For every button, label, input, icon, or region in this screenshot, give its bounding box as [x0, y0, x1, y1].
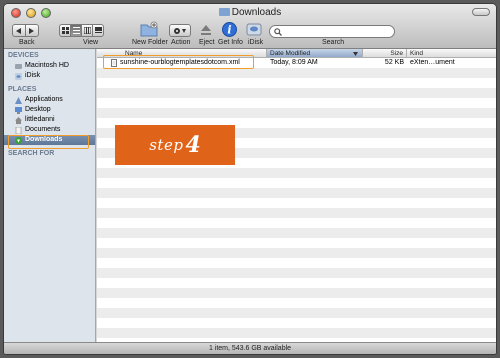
sidebar-item-idisk[interactable]: iDisk [4, 71, 95, 81]
hard-drive-icon [15, 63, 22, 69]
sidebar-item-applications[interactable]: Applications [4, 95, 95, 105]
cover-flow-icon [94, 27, 102, 33]
idisk-icon [246, 23, 262, 36]
step-number: 4 [185, 132, 201, 158]
back-label: Back [19, 39, 35, 46]
get-info-label: Get Info [218, 39, 243, 46]
empty-row [97, 308, 496, 318]
list-view-icon [72, 27, 80, 34]
empty-row [97, 188, 496, 198]
empty-row [97, 68, 496, 78]
downloads-highlight-box [8, 135, 89, 149]
column-header-kind[interactable]: Kind [407, 49, 496, 57]
empty-row [97, 258, 496, 268]
sidebar-item-macintosh-hd[interactable]: Macintosh HD [4, 61, 95, 71]
idisk-label: iDisk [248, 39, 264, 46]
file-list: Name Date Modified Size Kind sunshine-ou… [97, 49, 496, 344]
search-field[interactable] [269, 25, 395, 38]
empty-row [97, 298, 496, 308]
empty-row [97, 228, 496, 238]
sidebar-item-desktop[interactable]: Desktop [4, 105, 95, 115]
eject-icon [201, 25, 211, 35]
view-switcher [59, 24, 104, 37]
file-kind: eXten…ument [410, 59, 455, 66]
sidebar-places-header: PLACES [8, 86, 37, 93]
empty-row [97, 318, 496, 328]
toolbar: Downloads Back View New Folder Action Ej… [4, 4, 496, 49]
empty-row [97, 88, 496, 98]
sort-descending-icon [353, 52, 358, 56]
step-word: step [149, 136, 184, 154]
empty-row [97, 98, 496, 108]
action-label: Action [171, 39, 191, 46]
back-button[interactable] [12, 24, 26, 37]
empty-row [97, 328, 496, 338]
idisk-icon [15, 72, 22, 80]
sidebar-devices-header: DEVICES [8, 52, 39, 59]
empty-row [97, 178, 496, 188]
view-label: View [83, 39, 99, 46]
empty-row [97, 198, 496, 208]
file-size: 52 KB [384, 59, 404, 66]
action-button[interactable] [169, 24, 191, 37]
file-highlight-box [103, 55, 254, 69]
empty-row [97, 168, 496, 178]
svg-text:i: i [227, 24, 231, 37]
empty-row [97, 288, 496, 298]
cover-flow-button[interactable] [92, 24, 104, 37]
icon-view-icon [61, 27, 69, 34]
column-view-icon [83, 27, 91, 34]
back-arrow-icon [16, 27, 21, 34]
status-bar: 1 item, 543.6 GB available [4, 342, 496, 354]
empty-row [97, 248, 496, 258]
applications-icon [15, 96, 22, 104]
toolbar-toggle-button[interactable] [472, 8, 490, 16]
empty-row [97, 268, 496, 278]
empty-row [97, 238, 496, 248]
empty-row [97, 218, 496, 228]
column-header-date-modified[interactable]: Date Modified [267, 49, 363, 57]
empty-row [97, 108, 496, 118]
new-folder-button[interactable] [140, 21, 158, 37]
new-folder-label: New Folder [132, 39, 168, 46]
desktop-icon [15, 106, 22, 114]
finder-window: Downloads Back View New Folder Action Ej… [3, 3, 497, 355]
file-date: Today, 8:09 AM [270, 59, 318, 66]
sidebar-item-documents[interactable]: Documents [4, 125, 95, 135]
search-icon [274, 28, 282, 36]
search-input[interactable] [284, 26, 389, 37]
folder-icon [218, 8, 230, 16]
sidebar-search-header: SEARCH FOR [8, 150, 55, 157]
status-text: 1 item, 543.6 GB available [208, 345, 292, 352]
column-header-size[interactable]: Size [363, 49, 407, 57]
sidebar: DEVICES Macintosh HD iDisk PLACES Applic… [4, 49, 96, 344]
forward-arrow-icon [29, 27, 34, 34]
get-info-button[interactable]: i [222, 22, 237, 37]
gear-icon [174, 27, 186, 34]
empty-row [97, 78, 496, 88]
sidebar-item-littledanni[interactable]: littledanni [4, 115, 95, 125]
window-title: Downloads [4, 7, 496, 18]
empty-list-stripes [97, 68, 496, 344]
back-forward-control [12, 24, 39, 37]
new-folder-icon [140, 21, 158, 37]
step-banner: step 4 [115, 125, 235, 165]
empty-row [97, 208, 496, 218]
home-icon [15, 116, 22, 124]
search-label: Search [322, 39, 345, 46]
info-icon: i [222, 22, 237, 37]
idisk-button[interactable] [246, 22, 262, 37]
eject-button[interactable] [200, 24, 212, 36]
empty-row [97, 278, 496, 288]
documents-icon [15, 126, 22, 134]
forward-button[interactable] [25, 24, 39, 37]
eject-label: Eject [199, 39, 215, 46]
